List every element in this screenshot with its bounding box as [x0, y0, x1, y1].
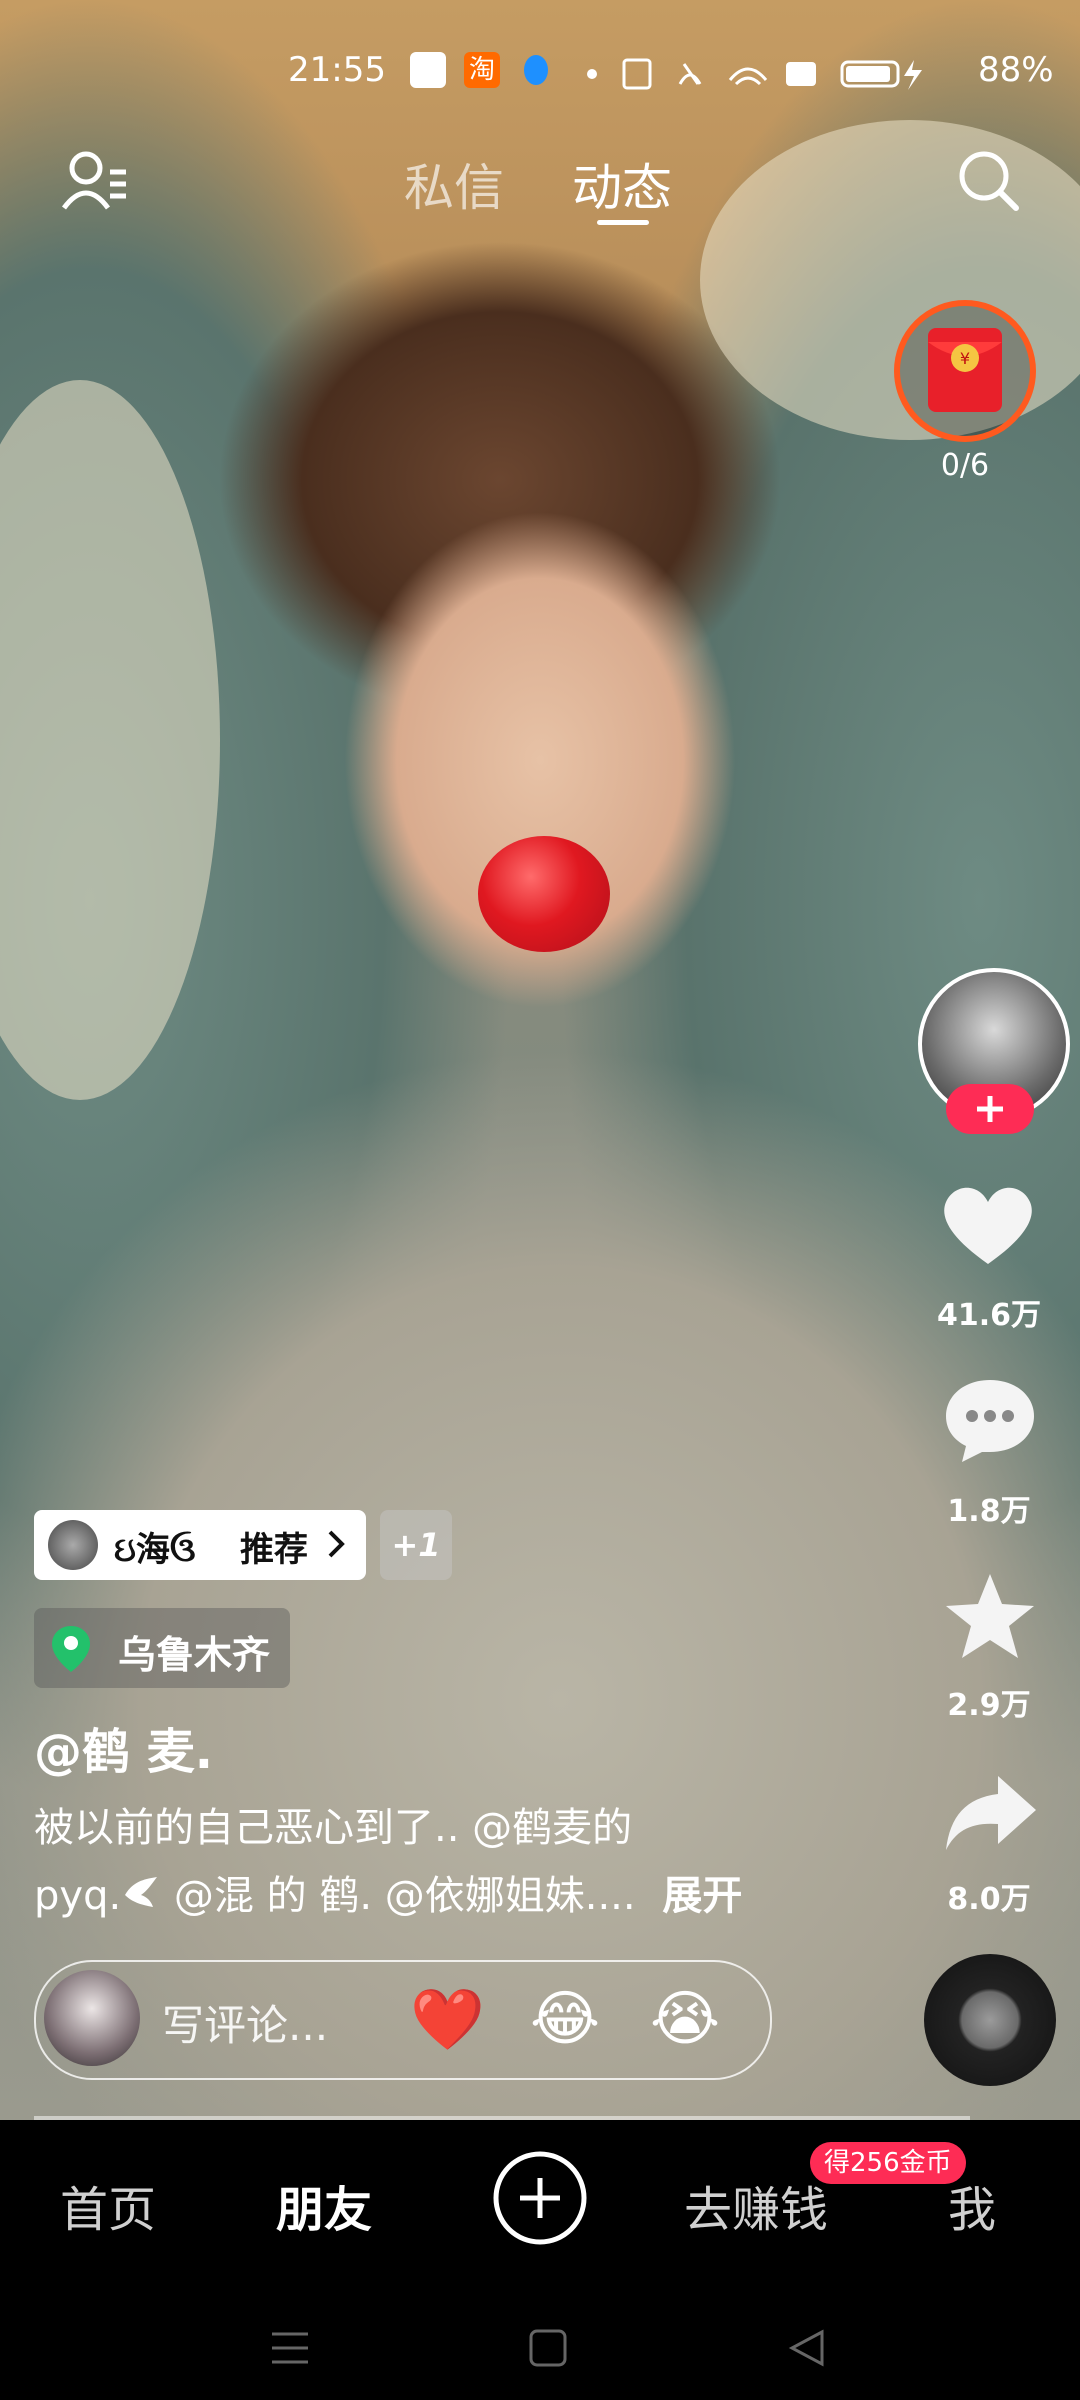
system-nav-bar: [0, 2290, 1080, 2400]
coin-badge: 得256金币: [810, 2142, 966, 2184]
location-tag[interactable]: 乌鲁木齐: [34, 1608, 290, 1688]
home-square-icon[interactable]: [528, 2328, 568, 2372]
caption-line-1: 被以前的自己恶心到了.. @鹤麦的: [34, 1805, 633, 1851]
share-count: 8.0万: [947, 1882, 1031, 1917]
share-arrow-icon: [946, 1776, 1036, 1850]
dove-icon: [121, 1864, 161, 1932]
red-packet-widget[interactable]: ¥: [892, 298, 1038, 446]
menu-icon[interactable]: [270, 2330, 310, 2370]
nav-home[interactable]: 首页: [60, 2170, 156, 2240]
battery-percent: 88%: [978, 50, 1054, 90]
nav-friends[interactable]: 朋友: [276, 2170, 372, 2240]
recommender-name: ઇ海ઉ: [114, 1530, 196, 1570]
bottom-nav: 首页 朋友 去赚钱 得256金币 我: [0, 2120, 1080, 2290]
taobao-icon: 淘: [464, 52, 500, 88]
active-tab-indicator: [597, 220, 649, 225]
tab-feed[interactable]: 动态: [572, 148, 672, 220]
create-button[interactable]: [492, 2150, 588, 2250]
app-notification-icon: [410, 52, 446, 88]
tab-messages[interactable]: 私信: [404, 148, 504, 220]
back-triangle-icon[interactable]: [786, 2328, 826, 2372]
emoji-heart-button[interactable]: ❤️: [410, 1984, 485, 2055]
caption-line-2-prefix: pyq.: [34, 1873, 122, 1919]
status-time: 21:55: [288, 50, 386, 90]
emoji-laugh-button[interactable]: 😂: [530, 1984, 600, 2054]
recommender-avatar: [48, 1520, 98, 1570]
qq-icon: [518, 52, 554, 88]
author-name[interactable]: @鹤 麦.: [34, 1712, 213, 1782]
red-packet-icon: ¥: [894, 300, 1036, 442]
nav-me[interactable]: 我: [948, 2170, 996, 2240]
comment-input-placeholder[interactable]: 写评论...: [162, 1992, 328, 2053]
status-bar: 21:55 淘 88%: [0, 48, 1080, 96]
caption-line-2: pyq. @混 的 鹤. @依娜姐妹.... 展开: [34, 1862, 794, 1932]
favorite-count: 2.9万: [947, 1688, 1031, 1723]
recommend-tag[interactable]: ઇ海ઉ 推荐: [34, 1510, 366, 1580]
plus-icon: [977, 1096, 1003, 1122]
follow-button[interactable]: [946, 1084, 1034, 1134]
contacts-icon[interactable]: [60, 148, 130, 218]
status-icons: [580, 56, 960, 101]
red-packet-progress: 0/6: [940, 448, 990, 483]
svg-text:¥: ¥: [960, 349, 970, 368]
comment-bubble-icon: [946, 1380, 1034, 1462]
plus-circle-icon: [493, 2151, 587, 2245]
expand-link[interactable]: 展开: [662, 1873, 742, 1919]
search-icon[interactable]: [956, 148, 1022, 218]
like-count: 41.6万: [936, 1298, 1042, 1333]
more-recommenders-badge[interactable]: +1: [380, 1510, 452, 1580]
clown-nose-effect: [478, 836, 610, 952]
emoji-cry-button[interactable]: 😭: [650, 1984, 720, 2054]
comment-bar[interactable]: 写评论... ❤️ 😂 😭: [34, 1960, 772, 2080]
location-label: 乌鲁木齐: [118, 1633, 271, 1677]
location-pin-icon: [50, 1624, 92, 1678]
recommend-label: 推荐: [240, 1530, 308, 1570]
comment-button[interactable]: [942, 1374, 1038, 1468]
star-icon: [946, 1574, 1034, 1658]
comment-count: 1.8万: [947, 1494, 1031, 1529]
nav-earn[interactable]: 去赚钱: [684, 2170, 828, 2240]
user-avatar: [44, 1970, 140, 2066]
like-button[interactable]: [938, 1180, 1038, 1274]
chevron-right-icon: [326, 1528, 346, 1564]
chair-frame-left: [0, 380, 220, 1100]
music-disc[interactable]: [924, 1954, 1056, 2086]
caption-line-2-rest: @混 的 鹤. @依娜姐妹....: [161, 1873, 636, 1919]
favorite-button[interactable]: [942, 1570, 1038, 1668]
share-button[interactable]: [942, 1772, 1038, 1860]
heart-icon: [944, 1187, 1032, 1264]
